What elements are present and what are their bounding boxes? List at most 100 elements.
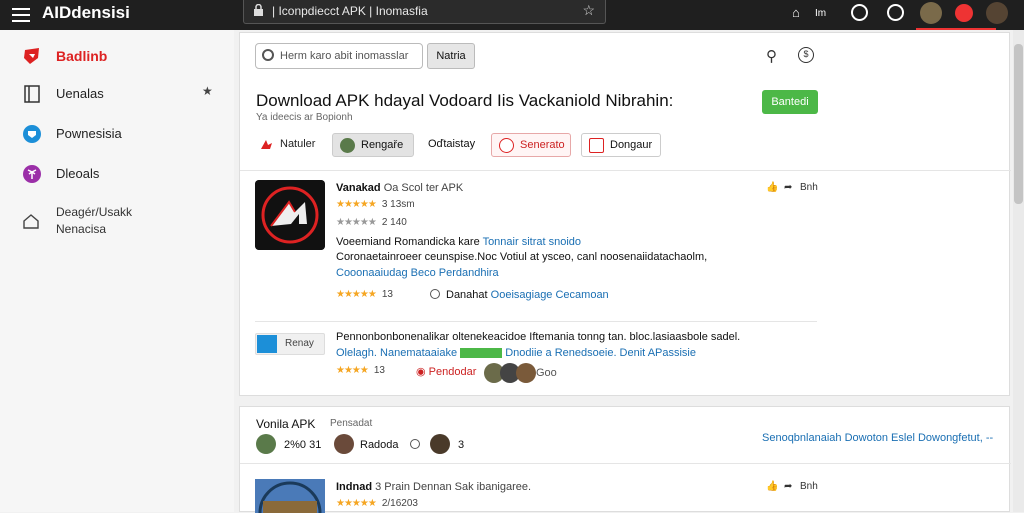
section-tag: Pensadat <box>330 418 373 429</box>
avatar[interactable] <box>256 434 276 454</box>
green-tag <box>460 348 503 359</box>
chip-odtaistay[interactable]: Oďtaistay <box>402 133 480 157</box>
footer-line-2: Nenacisa <box>56 222 107 236</box>
rating-count: 2 140 <box>381 217 407 228</box>
info-icon[interactable]: $ <box>798 47 814 63</box>
top-bar: AIDdensisi | Iconpdiecct APK | Inomasfia… <box>0 0 1024 30</box>
sidebar-item-dleoals[interactable]: Dleoals <box>0 156 234 190</box>
address-bar[interactable]: | Iconpdiecct APK | Inomasfia ☆ <box>243 0 606 24</box>
sidebar: Badlinb Uenalas ★ Pownesisia Dleoals Dea… <box>0 30 234 512</box>
listing-line-1a: Voeemiand Romandicka kare <box>336 236 480 248</box>
listing-line-1: Voeemiand Romandicka kare Tonnair sitrat… <box>336 236 581 248</box>
search-input[interactable]: Herm karo abit inomasslar <box>255 43 423 69</box>
sidebar-item-brand[interactable]: Badlinb <box>0 38 234 72</box>
home-icon[interactable]: ⌂ <box>792 5 800 20</box>
settings-icon[interactable] <box>887 4 904 21</box>
thumbs-up-icon[interactable]: 👍 <box>766 481 778 492</box>
page-subtitle: Ya ideecis ar Bopionh <box>256 112 353 123</box>
listing-line-3[interactable]: Cooonaaiudag Beco Perdandhira <box>336 267 499 279</box>
sidebar-item-uenalas[interactable]: Uenalas ★ <box>0 76 234 110</box>
app-icon[interactable] <box>255 180 325 250</box>
home-outline-icon <box>23 214 39 229</box>
listing2-link-b[interactable]: Dnodiie a Renedsoeie. Denit APassisie <box>505 347 696 359</box>
pin-icon[interactable]: ★ <box>202 84 213 98</box>
section-stat-3: 3 <box>458 439 465 451</box>
chip-label: Natuler <box>280 138 316 150</box>
palm-icon <box>23 165 41 183</box>
listing-meta-a: Danahat <box>446 289 488 301</box>
page-icon <box>24 85 40 103</box>
listing2-rating: ★★★★ 13 <box>336 365 385 376</box>
footer-line-1: Deagér/Usakk <box>56 205 133 219</box>
profile-avatar[interactable] <box>986 2 1008 24</box>
menu-icon[interactable] <box>12 8 30 22</box>
listing2-badge-label: Pendodar <box>428 366 477 378</box>
search-placeholder: Herm karo abit inomasslar <box>280 50 409 62</box>
thumbnail-image[interactable] <box>255 479 325 513</box>
rating-stars: ★★★★★ 3 13sm <box>336 199 415 210</box>
bookmark-star-icon[interactable]: ☆ <box>582 2 595 19</box>
listing-link[interactable]: Tonnair sitrat snoido <box>483 236 581 248</box>
section-card: Vonila APK Pensadat 2%0 31 Radoda 3 Seno… <box>239 406 1011 513</box>
chip-label: Rengaře <box>361 139 404 151</box>
action-button[interactable]: Bantedi <box>762 90 818 114</box>
chip-dongaur[interactable]: Dongaur <box>581 133 661 157</box>
extension-icon[interactable] <box>851 4 868 21</box>
section-title: Vonila APK <box>256 417 316 431</box>
chip-label: Dongaur <box>610 139 653 151</box>
progress-indicator <box>916 28 996 30</box>
scrollbar-thumb[interactable] <box>1014 44 1023 204</box>
shield-icon <box>23 125 41 143</box>
listing-title[interactable]: Vanakad Oa Scol ter APK <box>336 182 463 194</box>
rating-stars-secondary: ★★★★★ 2 140 <box>336 217 407 228</box>
sidebar-item-label: Badlinb <box>56 48 108 64</box>
main-card: Herm karo abit inomasslar Natria ⚲ $ Dow… <box>239 32 1011 396</box>
listing-name: Vanakad <box>336 182 381 194</box>
listing2-badge[interactable]: ◉ Pendodar <box>416 365 476 378</box>
rating-count: 3 13sm <box>381 199 415 210</box>
sidebar-item-pownesisia[interactable]: Pownesisia <box>0 116 234 150</box>
topbar-label: Im <box>815 8 827 19</box>
chip-label: Senerato <box>520 139 565 151</box>
share-icon[interactable]: ➦ <box>784 182 792 193</box>
section-item-title[interactable]: Indnad 3 Prain Dennan Sak ibanigaree. <box>336 481 531 493</box>
avatar[interactable] <box>516 363 536 383</box>
avatar[interactable] <box>334 434 354 454</box>
chip-natuler[interactable]: Natuler <box>252 133 324 157</box>
search-button[interactable]: Natria <box>427 43 475 69</box>
rating-count: 13 <box>373 365 385 376</box>
avatar <box>340 138 355 153</box>
section-item-name: Indnad <box>336 481 373 493</box>
user-avatar[interactable] <box>920 2 942 24</box>
listing2-link-a[interactable]: Olelagh. Nanemataaiake <box>336 347 457 359</box>
listing-line-2: Coronaetainroeer ceunspise.Noc Votiul at… <box>336 251 708 263</box>
section-link[interactable]: Senoqbnlanaiah Dowoton Eslel Dowongfetut… <box>762 432 993 444</box>
sidebar-item-label: Pownesisia <box>56 126 122 141</box>
search-icon <box>262 49 274 61</box>
share-icon[interactable]: ➦ <box>784 481 792 492</box>
rating-count: 13 <box>381 289 393 300</box>
play-badge[interactable]: Renay <box>255 333 325 355</box>
like-count: Bnh <box>800 481 818 492</box>
sidebar-footer[interactable]: Deagér/Usakk Nenacisa <box>56 204 176 238</box>
flame-icon <box>261 140 272 149</box>
section-item-subname: 3 Prain Dennan Sak ibanigaree. <box>375 481 532 493</box>
play-icon <box>257 335 277 353</box>
play-badge-label: Renay <box>285 338 314 349</box>
listing2-line-2: Olelagh. Nanemataaiake Dnodiie a Renedso… <box>336 347 696 359</box>
listing-meta-b[interactable]: Ooeisagiage Cecamoan <box>491 289 609 301</box>
rating-count: 2/16203 <box>381 498 418 509</box>
search-icon[interactable]: ⚲ <box>766 47 777 65</box>
like-count: Bnh <box>800 182 818 193</box>
listing2-meta: Goo <box>536 367 557 379</box>
listing-meta: Danahat Ooeisagiage Cecamoan <box>446 289 609 301</box>
chip-senerato[interactable]: Senerato <box>491 133 571 157</box>
avatar[interactable] <box>430 434 450 454</box>
app-title: AIDdensisi <box>42 3 130 22</box>
page-icon <box>589 138 604 153</box>
clock-icon <box>430 289 440 299</box>
brand-logo-icon <box>24 48 39 64</box>
notification-icon[interactable] <box>955 4 973 22</box>
divider <box>255 321 817 322</box>
thumbs-up-icon[interactable]: 👍 <box>766 182 778 193</box>
